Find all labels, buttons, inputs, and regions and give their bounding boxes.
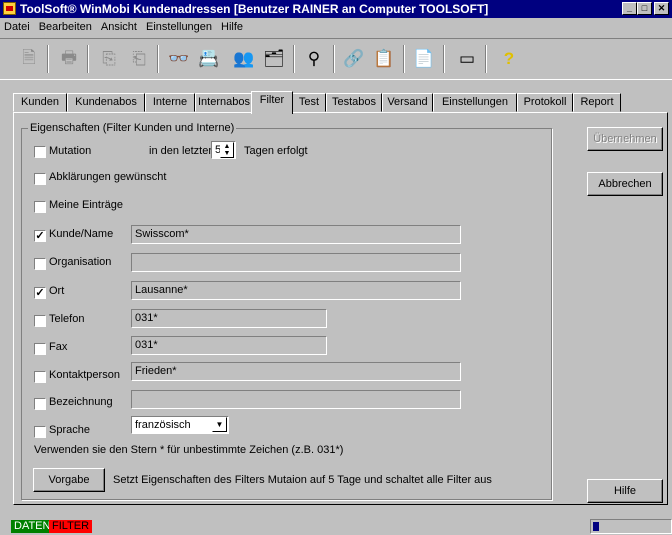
status-progress-box [590,519,672,534]
bezeichnung-checkbox[interactable] [34,398,46,410]
tab-einstellungen[interactable]: Einstellungen [433,93,517,112]
kontaktperson-checkbox[interactable] [34,371,46,383]
mutation-suffix-label: Tagen erfolgt [244,145,308,157]
paste-icon[interactable]: ⎗ [126,46,152,72]
ort-checkbox[interactable]: ✓ [34,287,46,299]
report-icon[interactable]: 📄 [411,46,437,72]
bezeichnung-field[interactable] [131,390,461,409]
kontaktperson-label: Kontaktperson [49,369,120,381]
toolbar-separator [293,45,295,73]
toolbar: 🗎 🖶 ⎘ ⎗ 👓 📇 👥 🗂 ⚲ 🔗 📋 📄 ▭ ? [0,38,672,80]
close-button[interactable]: ✕ [654,2,669,15]
window-title: ToolSoft® WinMobi Kundenadressen [Benutz… [20,2,489,16]
days-spinner[interactable]: ▲ ▼ [220,142,234,158]
tab-test[interactable]: Test [292,93,326,112]
sprache-dropdown-arrow[interactable]: ▼ [212,417,227,432]
fax-label: Fax [49,341,68,353]
telefon-checkbox[interactable] [34,315,46,327]
help-icon[interactable]: ? [496,46,522,72]
fax-checkbox[interactable] [34,343,46,355]
status-daten-badge: DATEN [11,520,54,533]
cancel-button[interactable]: Abbrechen [587,172,663,196]
kunde-name-checkbox[interactable]: ✓ [34,230,46,242]
card-edit-icon[interactable]: 📇 [196,46,222,72]
tab-internabos[interactable]: Internabos [195,93,253,112]
toolbar-separator [47,45,49,73]
tab-kunden[interactable]: Kunden [13,93,67,112]
sprache-checkbox[interactable] [34,426,46,438]
mutation-label: Mutation [49,145,92,157]
meine-eintraege-checkbox[interactable] [34,201,46,213]
vorgabe-description: Setzt Eigenschaften des Filters Mutaion … [113,474,492,486]
ort-label: Ort [49,285,65,297]
wildcard-hint: Verwenden sie den Stern * für unbestimmt… [34,444,344,456]
telefon-label: Telefon [49,313,85,325]
bezeichnung-label: Bezeichnung [49,396,113,408]
search-binoculars-icon[interactable]: 👓 [166,46,192,72]
organisation-field[interactable] [131,253,461,272]
apply-button[interactable]: Übernehmen [587,127,663,151]
card-list-icon[interactable]: 📋 [371,46,397,72]
status-filter-badge: FILTER [49,520,93,533]
window-icon[interactable]: ▭ [454,46,480,72]
menu-bar: Datei Bearbeiten Ansicht Einstellungen Hilfe [0,18,672,36]
tab-report[interactable]: Report [573,93,621,112]
menu-einstellungen[interactable]: Einstellungen [146,18,212,33]
filter-icon[interactable]: ⚲ [301,46,327,72]
menu-hilfe[interactable]: Hilfe [221,18,243,33]
minimize-button[interactable]: _ [622,2,637,15]
kunde-name-field[interactable]: Swisscom* [131,225,461,244]
abklaerungen-checkbox[interactable] [34,173,46,185]
vorgabe-button[interactable]: Vorgabe [33,468,105,492]
toolbar-separator [403,45,405,73]
tab-protokoll[interactable]: Protokoll [517,93,573,112]
organisation-checkbox[interactable] [34,258,46,270]
organisation-label: Organisation [49,256,112,268]
tab-filter[interactable]: Filter [251,91,293,114]
fax-field[interactable]: 031* [131,336,327,355]
status-bar [0,518,672,535]
copy-icon[interactable]: ⎘ [96,46,122,72]
ort-field[interactable]: Lausanne* [131,281,461,300]
new-doc-icon[interactable]: 🗎 [16,46,42,72]
app-icon[interactable] [3,2,16,15]
toolbar-separator [87,45,89,73]
maximize-button[interactable]: □ [637,2,652,15]
menu-datei[interactable]: Datei [4,18,30,33]
kunde-name-label: Kunde/Name [49,228,114,240]
card-add-icon[interactable]: 🗂 [261,46,287,72]
tab-versand[interactable]: Versand [382,93,433,112]
print-icon[interactable]: 🖶 [56,46,82,72]
kontaktperson-field[interactable]: Frieden* [131,362,461,381]
search-person-icon[interactable]: 👥 [231,46,257,72]
tab-testabos[interactable]: Testabos [326,93,382,112]
tab-kundenabos[interactable]: Kundenabos [67,93,145,112]
telefon-field[interactable]: 031* [131,309,327,328]
help-button[interactable]: Hilfe [587,479,663,503]
tab-interne[interactable]: Interne [145,93,195,112]
link-icon[interactable]: 🔗 [341,46,367,72]
menu-ansicht[interactable]: Ansicht [101,18,137,33]
menu-bearbeiten[interactable]: Bearbeiten [39,18,92,33]
toolbar-separator [485,45,487,73]
toolbar-separator [333,45,335,73]
mutation-prefix-label: in den letzten [149,145,215,157]
toolbar-separator [443,45,445,73]
toolbar-separator [157,45,159,73]
sprache-label: Sprache [49,424,90,436]
title-bar: ToolSoft® WinMobi Kundenadressen [Benutz… [0,0,672,18]
abklaerungen-label: Abklärungen gewünscht [49,171,167,183]
mutation-checkbox[interactable] [34,146,46,158]
meine-eintraege-label: Meine Einträge [49,199,123,211]
group-label: Eigenschaften (Filter Kunden und Interne… [28,122,237,134]
status-progress-fill [593,522,599,531]
